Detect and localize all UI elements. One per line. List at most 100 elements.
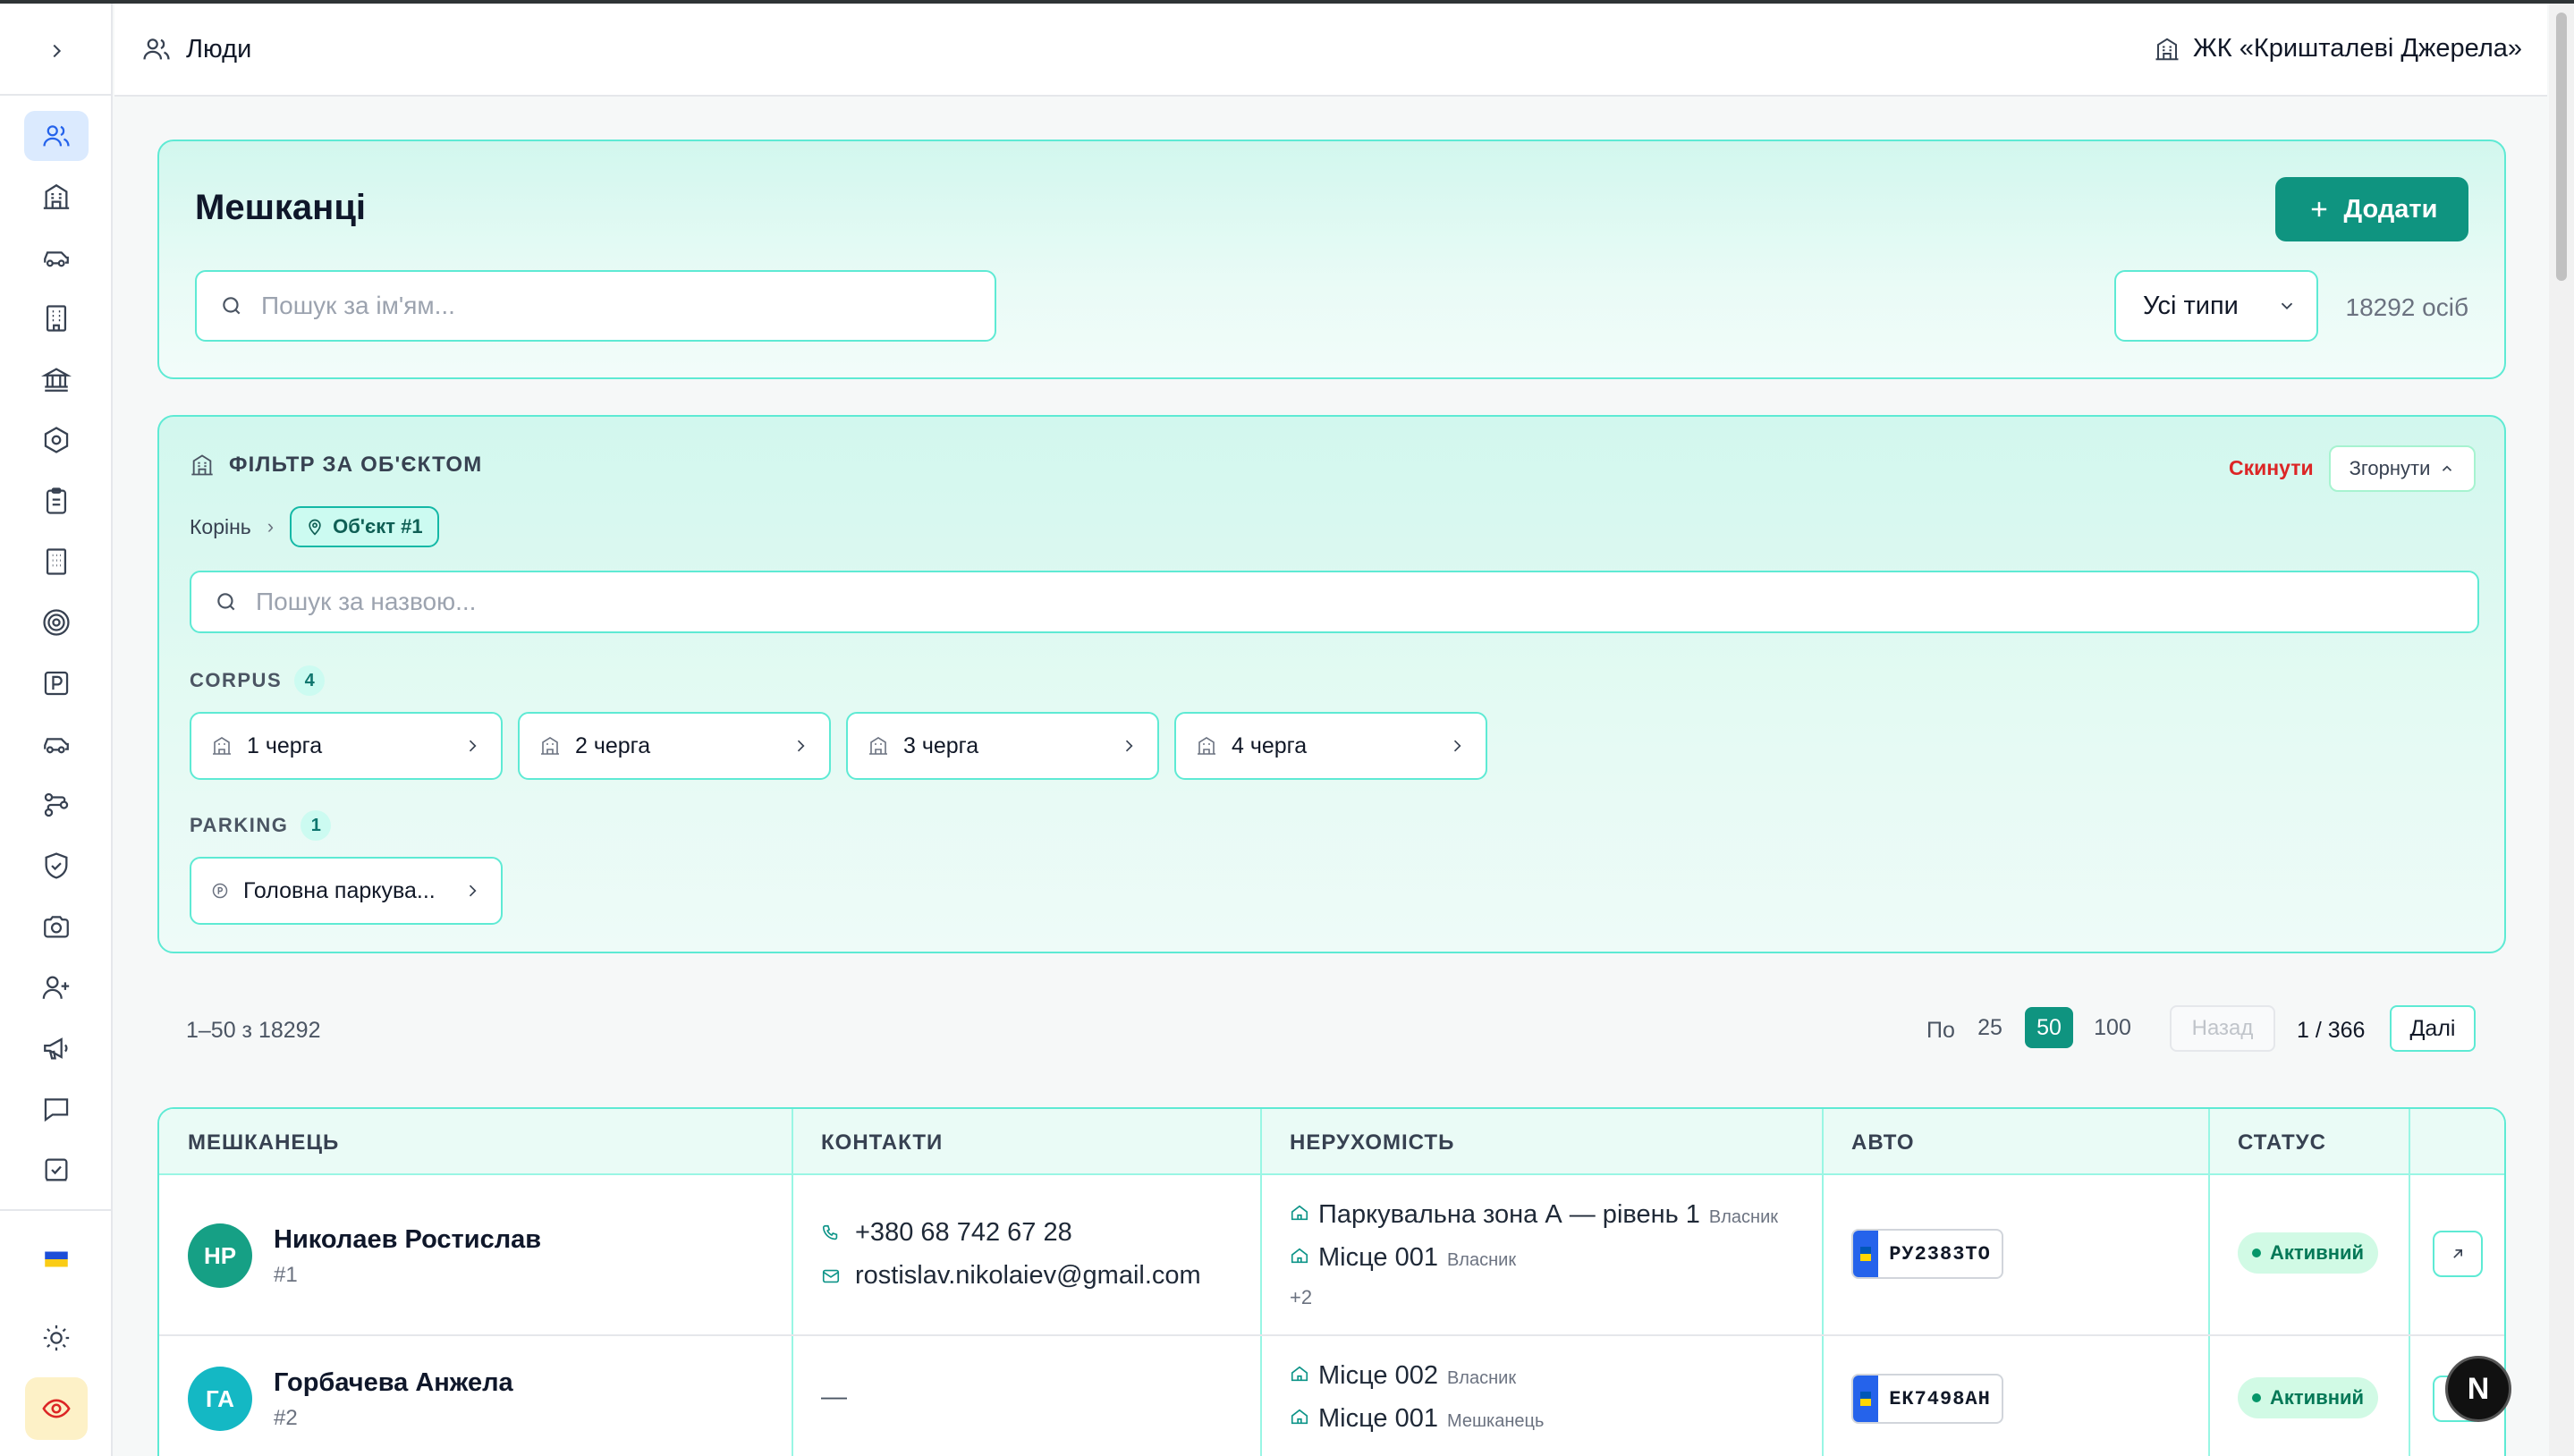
visibility-toggle[interactable] xyxy=(25,1377,88,1440)
sidebar-item-apartments[interactable] xyxy=(24,537,89,587)
type-filter-value: Усі типи xyxy=(2143,291,2239,320)
object-card[interactable]: Головна паркува... xyxy=(190,857,503,925)
property-role: Власник xyxy=(1446,1250,1517,1270)
property-item[interactable]: Місце 001 Мешканець xyxy=(1290,1404,1544,1434)
add-resident-button[interactable]: Додати xyxy=(2275,177,2468,241)
resident-search-field[interactable] xyxy=(195,270,996,342)
breadcrumb-root[interactable]: Корінь xyxy=(190,515,251,539)
prev-page-button[interactable]: Назад xyxy=(2170,1005,2275,1052)
sidebar-item-invite[interactable] xyxy=(24,962,89,1012)
theme-toggle[interactable] xyxy=(24,1313,89,1363)
property-name: Місце 001 xyxy=(1318,1243,1438,1272)
home-icon xyxy=(1291,1409,1308,1425)
sidebar-item-security[interactable] xyxy=(24,841,89,891)
camera-icon xyxy=(44,916,69,938)
clipboard-icon xyxy=(46,487,67,514)
sidebar-item-bank[interactable] xyxy=(24,354,89,404)
sidebar-item-target[interactable] xyxy=(24,597,89,648)
language-switcher[interactable] xyxy=(24,1234,89,1284)
property-name: Паркувальна зона А — рівень 1 xyxy=(1318,1200,1700,1229)
reset-filter-button[interactable]: Скинути xyxy=(2229,456,2314,480)
property-item[interactable]: Місце 001 Власник xyxy=(1290,1243,1516,1273)
complex-selector[interactable]: ЖК «Кришталеві Джерела» xyxy=(2154,34,2522,63)
users-icon xyxy=(43,125,70,147)
bank-icon xyxy=(41,368,72,392)
add-button-label: Додати xyxy=(2343,194,2438,224)
type-filter-select[interactable]: Усі типи xyxy=(2114,270,2318,342)
object-search-field[interactable] xyxy=(190,571,2479,633)
resident-name[interactable]: Горбачева Анжела xyxy=(274,1368,513,1398)
building-icon xyxy=(191,454,213,476)
breadcrumb-separator-icon: › xyxy=(267,515,275,538)
column-header-property[interactable]: НЕРУХОМІСТЬ xyxy=(1290,1130,1454,1155)
home-icon xyxy=(1291,1205,1308,1221)
page-scrollbar[interactable] xyxy=(2549,4,2574,1456)
object-card[interactable]: 2 черга xyxy=(518,712,831,780)
results-range: 1–50 з 18292 xyxy=(186,1018,321,1043)
property-name: Місце 002 xyxy=(1318,1361,1438,1390)
table-row[interactable]: ГА Горбачева Анжела #2 — Місце 002 Власн… xyxy=(159,1338,2504,1456)
per-page-option[interactable]: 25 xyxy=(1971,1007,2009,1048)
breadcrumb-current[interactable]: Об'єкт #1 xyxy=(290,506,439,547)
resident-search-input[interactable] xyxy=(261,292,959,320)
parking-icon xyxy=(44,671,69,696)
email-address: rostislav.nikolaiev@gmail.com xyxy=(855,1261,1201,1290)
plate-flag-icon xyxy=(1853,1376,1878,1422)
next-page-button[interactable]: Далі xyxy=(2390,1005,2476,1052)
column-header-car[interactable]: АВТО xyxy=(1851,1130,1914,1155)
object-search-input[interactable] xyxy=(256,588,2402,616)
collapse-label: Згорнути xyxy=(2349,457,2431,479)
sidebar-item-buildings[interactable] xyxy=(24,172,89,222)
sidebar-divider xyxy=(0,94,113,96)
per-page-option-selected[interactable]: 50 xyxy=(2025,1007,2073,1048)
sidebar-expand-button[interactable] xyxy=(41,36,72,66)
plate-number: ЕК7498АН xyxy=(1889,1387,1991,1410)
avatar: НР xyxy=(188,1223,252,1288)
table-row[interactable]: НР Николаев Ростислав #1 +380 68 742 67 … xyxy=(159,1177,2504,1336)
column-header-status[interactable]: СТАТУС xyxy=(2238,1130,2326,1155)
license-plate[interactable]: ЕК7498АН xyxy=(1851,1374,2003,1424)
object-card-label: 1 черга xyxy=(247,732,323,758)
collapse-filter-button[interactable]: Згорнути xyxy=(2329,445,2476,492)
sidebar-item-cars[interactable] xyxy=(24,233,89,283)
resident-name[interactable]: Николаев Ростислав xyxy=(274,1225,541,1255)
scrollbar-thumb[interactable] xyxy=(2556,13,2567,281)
sidebar-item-tasks[interactable] xyxy=(24,1145,89,1195)
per-page-option[interactable]: 100 xyxy=(2087,1007,2138,1048)
search-icon xyxy=(217,593,235,611)
object-card[interactable]: 4 черга xyxy=(1174,712,1487,780)
dev-tools-badge[interactable]: N xyxy=(2445,1356,2511,1422)
sidebar-item-messages[interactable] xyxy=(24,1084,89,1134)
property-item[interactable]: Місце 002 Власник xyxy=(1290,1361,1516,1391)
object-card[interactable]: 3 черга xyxy=(846,712,1159,780)
object-filter-panel: ФІЛЬТР ЗА ОБ'ЄКТОМ Скинути Згорнути Корі… xyxy=(157,415,2506,953)
property-item[interactable]: Паркувальна зона А — рівень 1 Власник xyxy=(1290,1200,1778,1230)
more-properties-count[interactable]: +2 xyxy=(1290,1286,1312,1309)
email-contact[interactable]: rostislav.nikolaiev@gmail.com xyxy=(821,1261,1201,1291)
sidebar-item-cameras[interactable] xyxy=(24,902,89,952)
sidebar-item-announcements[interactable] xyxy=(24,1023,89,1073)
sidebar-item-clipboard[interactable] xyxy=(24,476,89,526)
sidebar-item-parking[interactable] xyxy=(24,658,89,708)
object-card[interactable]: 1 черга xyxy=(190,712,503,780)
resident-id: #2 xyxy=(274,1406,298,1430)
open-resident-button[interactable] xyxy=(2433,1231,2483,1277)
sidebar-divider-bottom xyxy=(0,1209,113,1211)
phone-contact[interactable]: +380 68 742 67 28 xyxy=(821,1218,1072,1248)
column-header-contacts[interactable]: КОНТАКТИ xyxy=(821,1130,943,1155)
plate-number: РУ2383ТО xyxy=(1889,1242,1991,1266)
license-plate[interactable]: РУ2383ТО xyxy=(1851,1229,2003,1279)
sidebar-item-offices[interactable] xyxy=(24,293,89,343)
sidebar-item-vehicles[interactable] xyxy=(24,719,89,769)
page-indicator: 1 / 366 xyxy=(2297,1018,2366,1043)
sidebar-item-hexagon[interactable] xyxy=(24,415,89,465)
complex-name: ЖК «Кришталеві Джерела» xyxy=(2192,34,2522,63)
sidebar-item-routes[interactable] xyxy=(24,780,89,830)
message-icon xyxy=(44,1098,69,1122)
megaphone-icon xyxy=(44,1037,68,1060)
column-header-resident[interactable]: МЕШКАНЕЦЬ xyxy=(188,1130,339,1155)
status-label: Активний xyxy=(2270,1386,2365,1409)
sidebar-item-people[interactable] xyxy=(24,111,89,161)
chevron-right-icon xyxy=(1453,740,1461,752)
status-dot-icon xyxy=(2252,1249,2261,1257)
